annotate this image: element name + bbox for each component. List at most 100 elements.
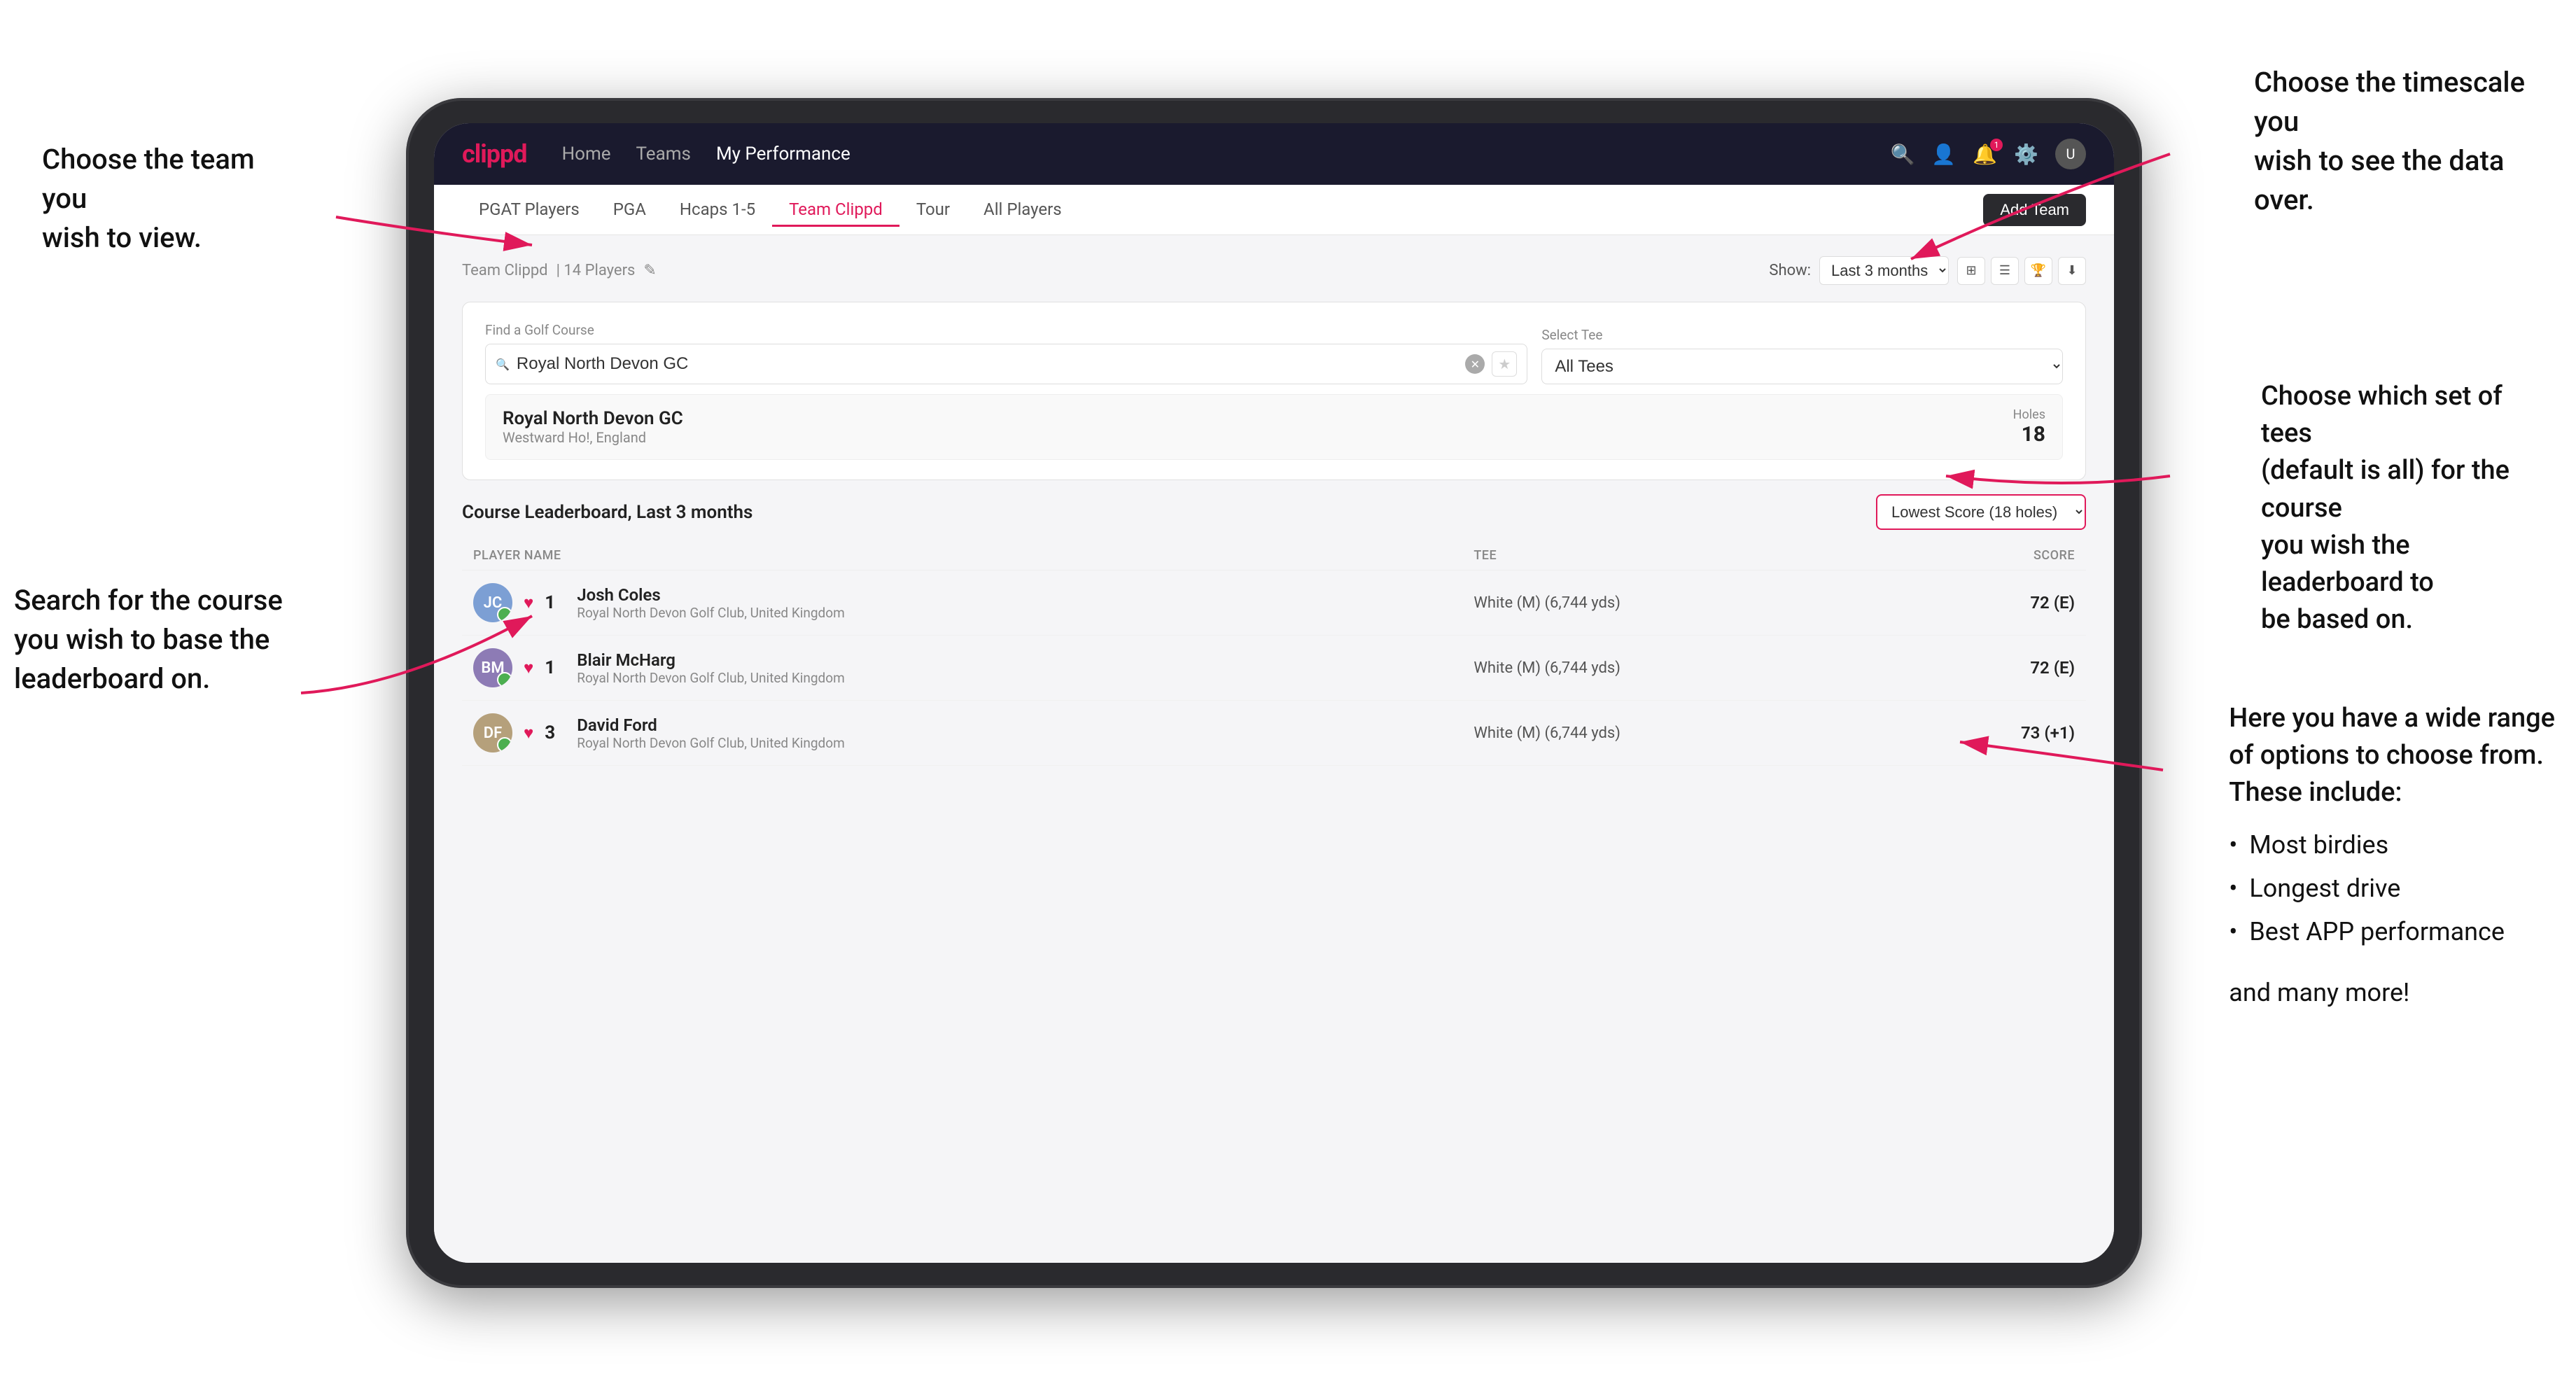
nav-link-home[interactable]: Home <box>562 144 611 164</box>
avatar[interactable]: U <box>2055 139 2086 169</box>
player-club-2: Royal North Devon Golf Club, United King… <box>577 670 845 686</box>
tab-all-players[interactable]: All Players <box>967 194 1079 227</box>
tee-cell-2: White (M) (6,744 yds) <box>1462 636 1892 701</box>
tab-tour[interactable]: Tour <box>899 194 967 227</box>
tee-cell-1: White (M) (6,744 yds) <box>1462 570 1892 636</box>
course-location: Westward Ho!, England <box>503 429 683 446</box>
grid-view-button[interactable]: ⊞ <box>1957 257 1985 285</box>
tab-hcaps[interactable]: Hcaps 1-5 <box>663 194 772 227</box>
tee-cell-3: White (M) (6,744 yds) <box>1462 701 1892 766</box>
player-avatar-2: BM <box>473 648 512 687</box>
annotation-top-right: Choose the timescale you wish to see the… <box>2254 63 2548 220</box>
score-cell-3: 73 (+1) <box>1892 701 2086 766</box>
search-magnifier-icon: 🔍 <box>496 358 510 371</box>
clear-button[interactable]: ✕ <box>1465 354 1485 374</box>
holes-number: 18 <box>2013 422 2045 447</box>
table-row: BM ♥ 1 Blair McHarg Royal North Devon Go… <box>462 636 2086 701</box>
select-tee-label: Select Tee <box>1541 327 2063 343</box>
favorite-button[interactable]: ★ <box>1492 351 1517 377</box>
heart-icon-2[interactable]: ♥ <box>524 658 533 678</box>
player-name-1: Josh Coles <box>577 585 845 605</box>
list-view-button[interactable]: ☰ <box>1991 257 2019 285</box>
score-cell-1: 72 (E) <box>1892 570 2086 636</box>
tee-select[interactable]: All Tees <box>1541 349 2063 384</box>
nav-bar: clippd Home Teams My Performance 🔍 👤 🔔 1… <box>434 123 2114 185</box>
annotation-middle-right: Choose which set of tees (default is all… <box>2261 378 2555 638</box>
download-icon[interactable]: ⬇ <box>2058 257 2086 285</box>
main-content: Team Clippd | 14 Players ✎ Show: Last 3 … <box>434 235 2114 1263</box>
score-type-select[interactable]: Lowest Score (18 holes) <box>1876 494 2086 530</box>
col-player: PLAYER NAME <box>462 541 1462 570</box>
team-title: Team Clippd | 14 Players ✎ <box>462 262 657 279</box>
tablet-frame: clippd Home Teams My Performance 🔍 👤 🔔 1… <box>406 98 2142 1288</box>
team-header: Team Clippd | 14 Players ✎ Show: Last 3 … <box>462 256 2086 285</box>
nav-logo: clippd <box>462 139 527 169</box>
bullet-item-2: Best APP performance <box>2229 910 2555 953</box>
annotation-bottom-right: Here you have a wide range of options to… <box>2229 700 2555 1010</box>
view-icons: ⊞ ☰ 🏆 ⬇ <box>1957 257 2086 285</box>
search-icon[interactable]: 🔍 <box>1891 143 1915 166</box>
search-card: Find a Golf Course 🔍 ✕ ★ Select Tee All … <box>462 302 2086 480</box>
team-name: Team Clippd <box>462 262 548 279</box>
tab-pgat-players[interactable]: PGAT Players <box>462 194 596 227</box>
player-count: | 14 Players <box>556 262 636 279</box>
settings-icon[interactable]: ⚙️ <box>2014 143 2038 166</box>
course-name: Royal North Devon GC <box>503 408 683 429</box>
course-search-input[interactable] <box>517 354 1458 374</box>
trophy-icon[interactable]: 🏆 <box>2024 257 2052 285</box>
course-search-group: Find a Golf Course 🔍 ✕ ★ <box>485 322 1527 384</box>
player-club-1: Royal North Devon Golf Club, United King… <box>577 605 845 621</box>
rank-3: 3 <box>545 722 566 743</box>
notification-icon[interactable]: 🔔 1 <box>1973 143 1997 166</box>
find-course-label: Find a Golf Course <box>485 322 1527 338</box>
tab-team-clippd[interactable]: Team Clippd <box>772 194 899 227</box>
player-avatar-1: JC <box>473 583 512 622</box>
bullet-item-1: Longest drive <box>2229 867 2555 910</box>
table-row: JC ♥ 1 Josh Coles Royal North Devon Golf… <box>462 570 2086 636</box>
player-name-2: Blair McHarg <box>577 650 845 670</box>
player-cell-3: DF ♥ 3 David Ford Royal North Devon Golf… <box>462 701 1462 766</box>
player-cell-1: JC ♥ 1 Josh Coles Royal North Devon Golf… <box>462 570 1462 636</box>
leaderboard-title: Course Leaderboard, Last 3 months <box>462 502 752 523</box>
leaderboard-section: Course Leaderboard, Last 3 months Lowest… <box>462 494 2086 766</box>
sub-nav: PGAT Players PGA Hcaps 1-5 Team Clippd T… <box>434 185 2114 235</box>
nav-link-teams[interactable]: Teams <box>636 144 691 164</box>
and-more: and many more! <box>2229 975 2555 1010</box>
holes-label: Holes <box>2013 407 2045 422</box>
leaderboard-header: Course Leaderboard, Last 3 months Lowest… <box>462 494 2086 530</box>
heart-icon-3[interactable]: ♥ <box>524 723 533 743</box>
annotation-bottom-left: Search for the course you wish to base t… <box>14 581 283 699</box>
course-result: Royal North Devon GC Westward Ho!, Engla… <box>485 394 2063 460</box>
player-cell-2: BM ♥ 1 Blair McHarg Royal North Devon Go… <box>462 636 1462 701</box>
bullet-list: Most birdies Longest drive Best APP perf… <box>2229 823 2555 954</box>
heart-icon-1[interactable]: ♥ <box>524 593 533 613</box>
edit-icon[interactable]: ✎ <box>643 262 656 279</box>
bullet-item-0: Most birdies <box>2229 823 2555 867</box>
show-label: Show: <box>1769 262 1811 279</box>
holes-box: Holes 18 <box>2013 407 2045 447</box>
nav-icons: 🔍 👤 🔔 1 ⚙️ U <box>1891 139 2087 169</box>
add-team-button[interactable]: Add Team <box>1983 194 2086 226</box>
nav-links: Home Teams My Performance <box>562 144 1891 164</box>
table-row: DF ♥ 3 David Ford Royal North Devon Golf… <box>462 701 2086 766</box>
tee-select-group: Select Tee All Tees <box>1541 327 2063 384</box>
nav-link-myperformance[interactable]: My Performance <box>716 144 850 164</box>
leaderboard-tbody: JC ♥ 1 Josh Coles Royal North Devon Golf… <box>462 570 2086 766</box>
tablet-screen: clippd Home Teams My Performance 🔍 👤 🔔 1… <box>434 123 2114 1263</box>
tab-pga[interactable]: PGA <box>596 194 663 227</box>
annotation-top-left: Choose the team you wish to view. <box>42 140 294 258</box>
course-search-input-wrap: 🔍 ✕ ★ <box>485 344 1527 384</box>
score-cell-2: 72 (E) <box>1892 636 2086 701</box>
rank-2: 1 <box>545 657 566 678</box>
player-club-3: Royal North Devon Golf Club, United King… <box>577 735 845 751</box>
show-filter: Show: Last 3 months ⊞ ☰ 🏆 ⬇ <box>1769 256 2086 285</box>
search-row: Find a Golf Course 🔍 ✕ ★ Select Tee All … <box>485 322 2063 384</box>
table-head: PLAYER NAME TEE SCORE <box>462 541 2086 570</box>
rank-1: 1 <box>545 592 566 613</box>
people-icon[interactable]: 👤 <box>1931 143 1956 166</box>
col-score: SCORE <box>1892 541 2086 570</box>
course-info: Royal North Devon GC Westward Ho!, Engla… <box>503 408 683 446</box>
time-filter-select[interactable]: Last 3 months <box>1819 256 1949 285</box>
col-tee: TEE <box>1462 541 1892 570</box>
player-name-3: David Ford <box>577 715 845 735</box>
